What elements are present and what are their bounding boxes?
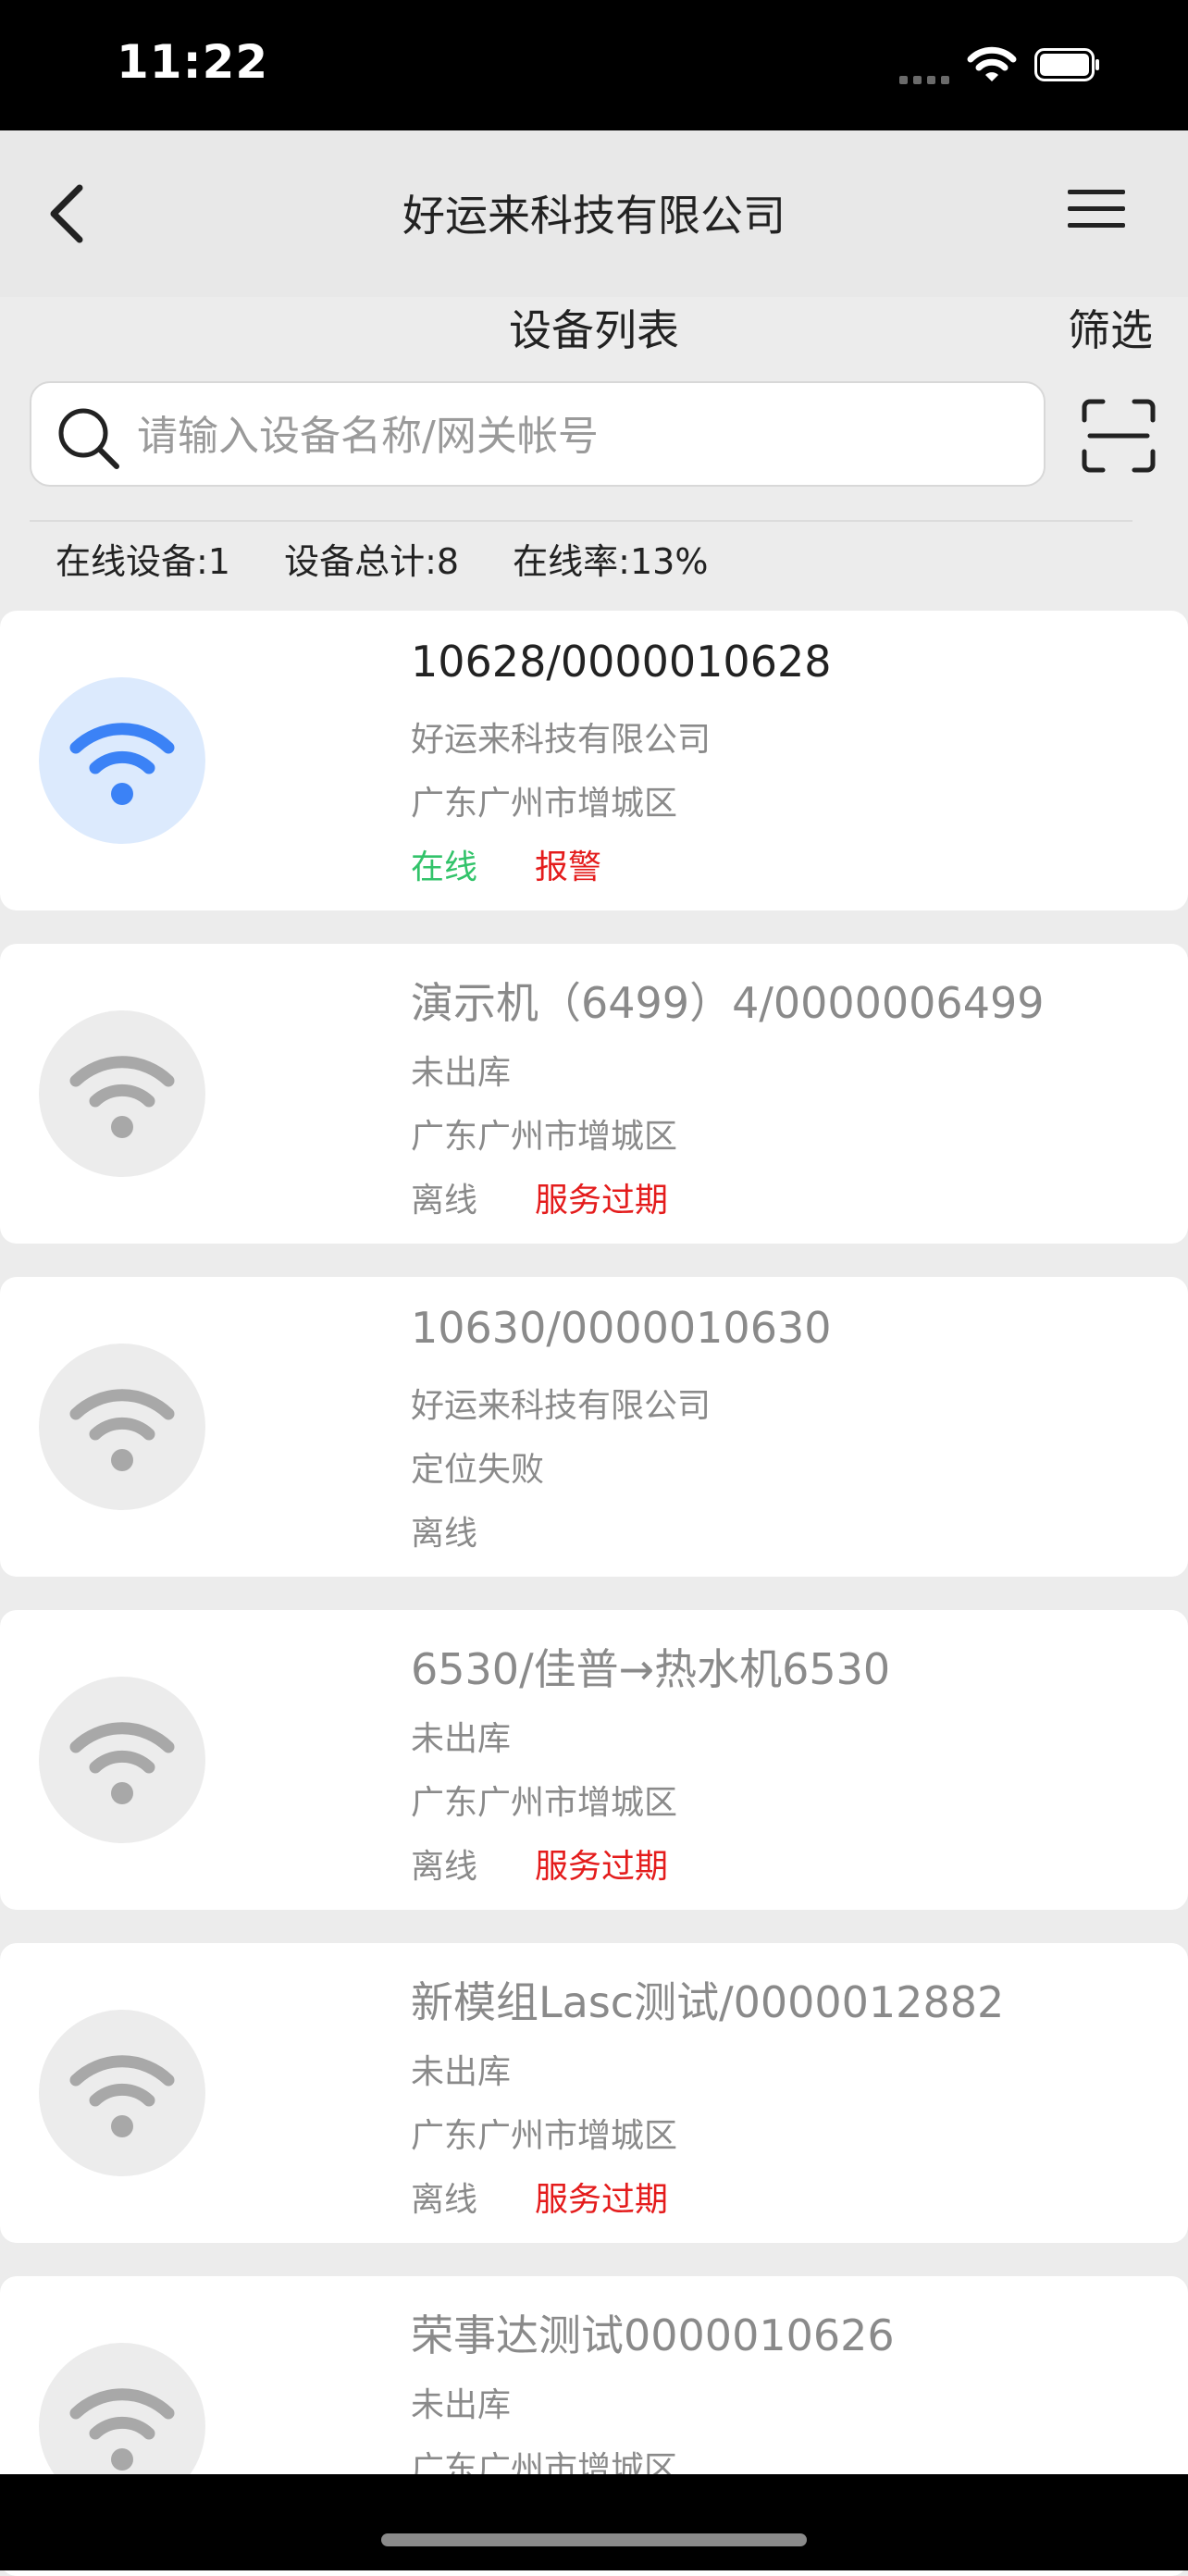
device-location: 广东广州市增城区	[411, 1118, 678, 1156]
total-count: 设备总计:8	[284, 541, 460, 582]
nav-bar: 好运来科技有限公司	[0, 130, 1188, 297]
device-owner: 未出库	[411, 1720, 512, 1758]
cellular-signal-icon	[899, 70, 955, 88]
device-name: 荣事达测试0000010626	[411, 2310, 895, 2360]
wifi-icon	[69, 1389, 175, 1471]
device-owner: 好运来科技有限公司	[411, 721, 712, 759]
device-status-row: 离线 服务过期	[411, 1839, 668, 1888]
divider	[30, 520, 1132, 522]
device-alert-tag: 服务过期	[535, 1182, 669, 1220]
device-name: 10628/0000010628	[411, 637, 832, 687]
device-status-row: 在线 报警	[411, 840, 601, 888]
device-card[interactable]: 新模组Lasc测试/0000012882 未出库广东广州市增城区 离线 服务过期	[0, 1943, 1188, 2243]
device-alert-tag: 服务过期	[535, 1848, 669, 1886]
battery-icon	[1034, 48, 1099, 81]
home-indicator[interactable]	[381, 2533, 807, 2546]
device-location: 广东广州市增城区	[411, 785, 678, 823]
device-status-row: 离线 服务过期	[411, 1173, 668, 1221]
online-count: 在线设备:1	[56, 541, 230, 582]
device-status: 离线	[411, 1515, 478, 1553]
device-card[interactable]: 10630/0000010630 好运来科技有限公司 定位失败离线	[0, 1277, 1188, 1577]
device-location: 定位失败	[411, 1451, 545, 1489]
device-avatar	[39, 1010, 205, 1177]
wifi-icon	[69, 723, 175, 805]
device-location: 广东广州市增城区	[411, 1784, 678, 1822]
wifi-icon	[69, 1056, 175, 1138]
device-stats: 在线设备:1 设备总计:8 在线率:13%	[56, 533, 750, 584]
device-alert-tag: 报警	[535, 848, 602, 886]
device-status: 离线	[411, 1848, 478, 1886]
device-card[interactable]: 10628/0000010628 好运来科技有限公司 广东广州市增城区 在线 报警	[0, 611, 1188, 910]
device-owner: 未出库	[411, 2053, 512, 2091]
status-bar: 11:22	[0, 0, 1188, 130]
home-indicator-bar	[0, 2474, 1188, 2570]
device-name: 新模组Lasc测试/0000012882	[411, 1977, 1005, 2027]
device-owner: 好运来科技有限公司	[411, 1387, 712, 1425]
device-owner: 未出库	[411, 2386, 512, 2424]
device-card[interactable]: 6530/佳普→热水机6530 未出库广东广州市增城区 离线 服务过期	[0, 1610, 1188, 1910]
status-time: 11:22	[117, 35, 269, 89]
wifi-icon	[69, 1722, 175, 1804]
device-avatar	[39, 1344, 205, 1510]
search-box[interactable]	[30, 381, 1046, 487]
device-name: 6530/佳普→热水机6530	[411, 1644, 891, 1694]
search-icon	[58, 408, 119, 469]
device-avatar	[39, 2010, 205, 2176]
online-rate: 在线率:13%	[513, 541, 709, 582]
device-status: 在线	[411, 848, 478, 886]
device-card[interactable]: 演示机（6499）4/0000006499 未出库广东广州市增城区 离线 服务过期	[0, 944, 1188, 1244]
device-avatar	[39, 677, 205, 844]
wifi-icon	[69, 2388, 175, 2471]
status-wifi-icon	[967, 46, 1017, 81]
device-name: 10630/0000010630	[411, 1303, 832, 1353]
device-owner: 未出库	[411, 1054, 512, 1092]
device-status: 离线	[411, 2181, 478, 2219]
device-location: 广东广州市增城区	[411, 2117, 678, 2155]
hamburger-menu-icon[interactable]	[1068, 190, 1125, 236]
filter-button[interactable]: 筛选	[1068, 297, 1153, 358]
device-status: 离线	[411, 1182, 478, 1220]
wifi-icon	[69, 2055, 175, 2137]
device-avatar	[39, 1677, 205, 1843]
device-status-row: 离线	[411, 1506, 477, 1554]
sub-header: 设备列表 筛选	[0, 297, 1188, 371]
page-title: 好运来科技有限公司	[402, 191, 786, 241]
device-status-row: 离线 服务过期	[411, 2173, 668, 2221]
scan-icon[interactable]	[1079, 396, 1158, 476]
device-list-title: 设备列表	[509, 305, 679, 355]
search-input[interactable]	[135, 400, 1027, 472]
device-alert-tag: 服务过期	[535, 2181, 669, 2219]
device-name: 演示机（6499）4/0000006499	[411, 978, 1045, 1028]
